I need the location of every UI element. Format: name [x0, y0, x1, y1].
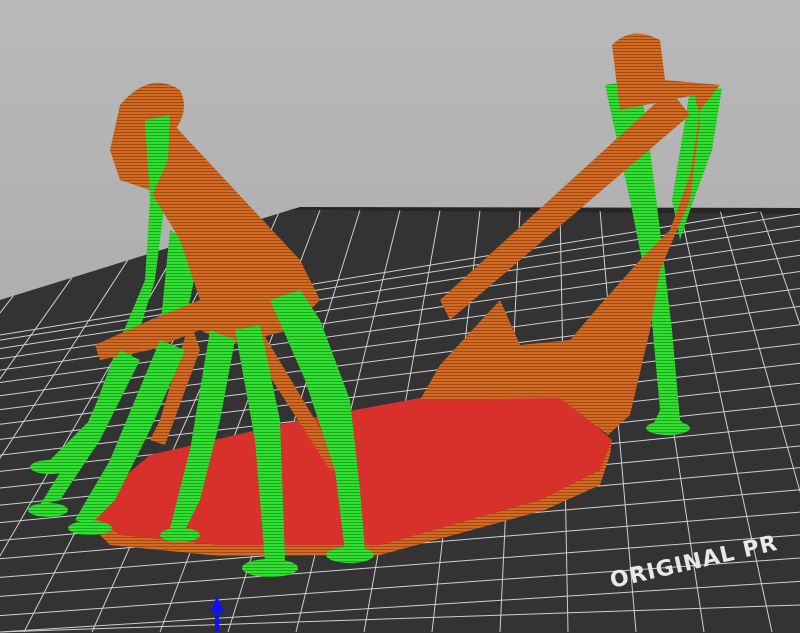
scene[interactable]: ORIGINAL PR: [0, 0, 800, 633]
3d-viewport[interactable]: ORIGINAL PR: [0, 0, 800, 633]
